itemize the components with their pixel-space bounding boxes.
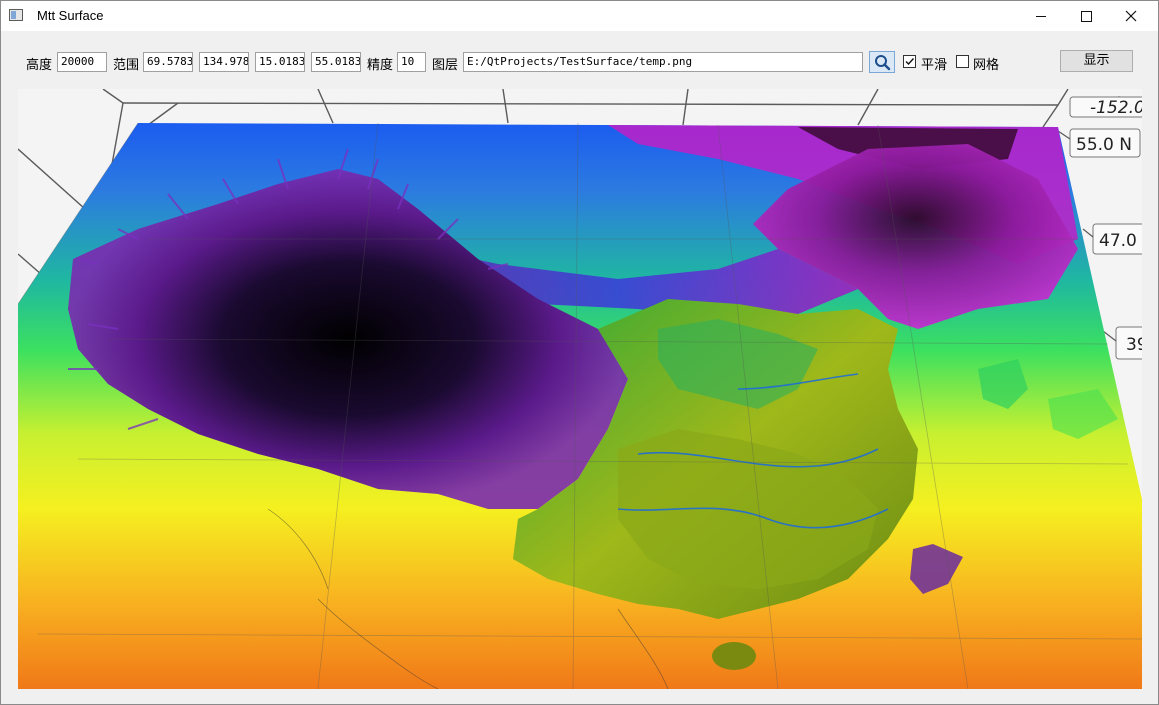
close-icon: [1125, 10, 1137, 22]
maximize-icon: [1080, 10, 1092, 22]
surface-3d-view[interactable]: -152.0 55.0 N 47.0 39: [18, 89, 1142, 689]
hainan-island: [712, 642, 756, 670]
layer-path-input[interactable]: E:/QtProjects/TestSurface/temp.png: [463, 52, 863, 72]
range-max-lon-input[interactable]: 134.978: [199, 52, 249, 72]
height-label: 高度: [26, 58, 53, 73]
minimize-button[interactable]: [1018, 1, 1064, 31]
range-min-lon-input[interactable]: 69.5783: [143, 52, 193, 72]
surface-plot: -152.0 55.0 N 47.0 39: [18, 89, 1142, 689]
lat-tick-label-39: 39: [1115, 326, 1142, 360]
range-max-lat-input[interactable]: 55.0183: [311, 52, 361, 72]
layer-label: 图层: [432, 58, 459, 73]
checkmark-icon: [905, 58, 915, 66]
lat-tick-label-47: 47.0: [1092, 223, 1142, 255]
main-window: Mtt Surface 高度 20000 范围 69.5783 134.978 …: [0, 0, 1159, 705]
precision-input[interactable]: 10: [397, 52, 426, 72]
range-label: 范围: [113, 58, 140, 73]
lat-tick-text-55: 55.0 N: [1076, 135, 1132, 155]
lat-tick-label-55: 55.0 N: [1069, 128, 1141, 158]
lon-tick-text: -152.0: [1090, 98, 1142, 118]
window-title: Mtt Surface: [37, 8, 104, 23]
lat-tick-text-39: 39: [1126, 335, 1142, 355]
browse-button[interactable]: [869, 51, 895, 73]
title-bar[interactable]: Mtt Surface: [1, 1, 1158, 31]
smooth-checkbox[interactable]: [903, 55, 916, 68]
show-button[interactable]: 显示: [1060, 50, 1133, 72]
search-icon: [875, 55, 891, 71]
close-button[interactable]: [1108, 1, 1154, 31]
height-input[interactable]: 20000: [57, 52, 107, 72]
smooth-label: 平滑: [921, 58, 948, 73]
lon-tick-label: -152.0: [1069, 96, 1142, 118]
grid-label: 网格: [973, 58, 1000, 73]
lat-tick-text-47: 47.0: [1099, 231, 1137, 251]
minimize-icon: [1036, 15, 1046, 17]
toolbar: 高度 20000 范围 69.5783 134.978 15.0183 55.0…: [1, 32, 1158, 90]
range-min-lat-input[interactable]: 15.0183: [255, 52, 305, 72]
grid-checkbox[interactable]: [956, 55, 969, 68]
maximize-button[interactable]: [1063, 1, 1109, 31]
precision-label: 精度: [367, 58, 394, 73]
app-icon: [9, 9, 23, 21]
